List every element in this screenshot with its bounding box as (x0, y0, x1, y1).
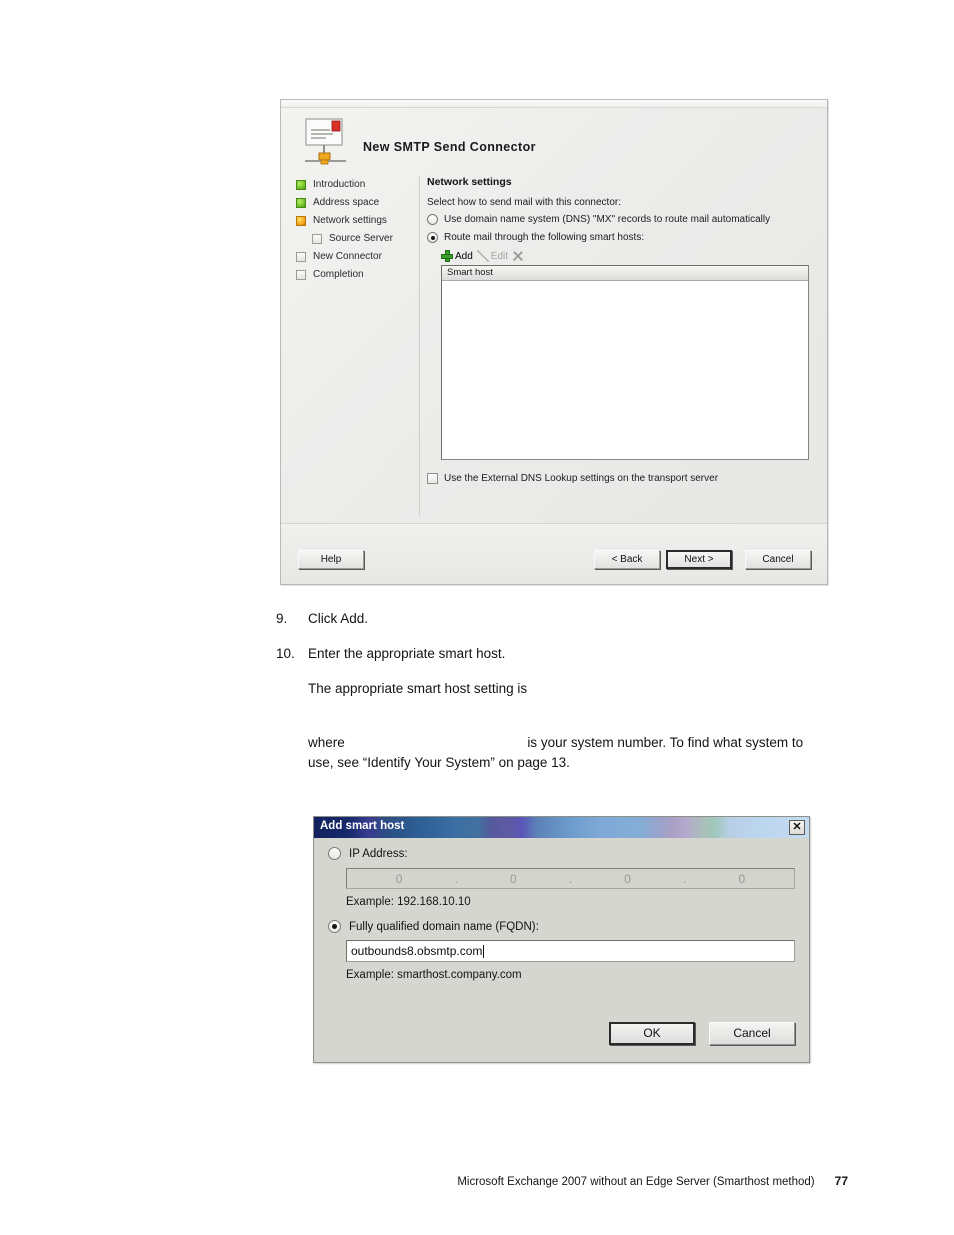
step-label: Network settings (313, 215, 387, 226)
sidebar-item-network-settings[interactable]: Network settings (295, 212, 419, 230)
smart-host-value-placeholder (276, 697, 856, 733)
sidebar-item-completion[interactable]: Completion (295, 266, 419, 284)
dialog-titlebar[interactable]: Add smart host ✕ (314, 817, 809, 838)
where-word: where (308, 734, 345, 750)
ip-octet-4: 0 (738, 871, 746, 886)
step-label: Completion (313, 269, 364, 280)
list-item-text: Enter the appropriate smart host. (308, 646, 506, 662)
list-item-text: Click Add. (308, 611, 369, 626)
add-smart-host-dialog: Add smart host ✕ IP Address: 0 . 0 . 0 .… (313, 816, 810, 1063)
step-label: Introduction (313, 179, 366, 190)
radio-indicator-selected (328, 920, 341, 933)
ip-octet-1: 0 (395, 871, 403, 886)
step-status-icon-done (296, 198, 306, 208)
radio-indicator-selected (427, 232, 438, 243)
checkbox-indicator (427, 473, 438, 484)
close-icon[interactable]: ✕ (789, 820, 805, 835)
radio-label: Use domain name system (DNS) "MX" record… (444, 214, 771, 225)
instruction-steps: 9. Click Add. 10. Enter the appropriate … (276, 611, 856, 775)
dialog-title: Add smart host (320, 820, 405, 832)
radio-label: IP Address: (349, 847, 408, 860)
list-item-number: 9. (276, 611, 288, 626)
ip-example-text: Example: 192.168.10.10 (346, 896, 471, 908)
step-status-icon-todo (312, 234, 322, 244)
plus-icon (441, 250, 453, 262)
column-header-smart-host[interactable]: Smart host (442, 266, 808, 281)
checkbox-use-external-dns-lookup[interactable]: Use the External DNS Lookup settings on … (427, 473, 809, 484)
radio-fqdn[interactable]: Fully qualified domain name (FQDN): (328, 920, 795, 933)
footer-text: Microsoft Exchange 2007 without an Edge … (457, 1176, 815, 1188)
pane-prompt: Select how to send mail with this connec… (427, 197, 621, 208)
pencil-icon (476, 250, 489, 262)
smart-host-toolbar: Add Edit (441, 250, 809, 262)
radio-use-dns-mx[interactable]: Use domain name system (DNS) "MX" record… (427, 214, 809, 225)
fqdn-input[interactable]: outbounds8.obsmtp.com (346, 940, 795, 962)
sidebar-item-introduction[interactable]: Introduction (295, 176, 419, 194)
ip-separator: . (454, 871, 458, 886)
radio-indicator (427, 214, 438, 225)
step-status-icon-todo (296, 270, 306, 280)
pane-title: Network settings (427, 176, 512, 188)
radio-label: Fully qualified domain name (FQDN): (349, 920, 539, 933)
radio-ip-address[interactable]: IP Address: (328, 847, 795, 860)
list-item-number: 10. (276, 646, 295, 662)
wizard-window-topbar (281, 100, 827, 108)
ip-octet-2: 0 (510, 871, 517, 886)
ok-button[interactable]: OK (609, 1022, 695, 1045)
where-rest: is your system number. To find what syst… (527, 734, 804, 750)
smart-host-setting-intro: The appropriate smart host setting is (308, 681, 528, 697)
help-button[interactable]: Help (298, 550, 364, 569)
sidebar-item-address-space[interactable]: Address space (295, 194, 419, 212)
wizard-footer: Help < Back Next > Cancel (281, 523, 827, 584)
delete-x-icon[interactable] (512, 250, 524, 262)
smart-host-listbox[interactable]: Smart host (441, 265, 809, 460)
smtp-send-connector-icon (305, 118, 346, 165)
dialog-body: IP Address: 0 . 0 . 0 . 0 Example: 192.1… (314, 838, 809, 1062)
fqdn-value: outbounds8.obsmtp.com (351, 944, 483, 958)
step-label: New Connector (313, 251, 382, 262)
add-button[interactable]: Add (441, 250, 473, 262)
wizard-header: New SMTP Send Connector (281, 108, 827, 170)
wizard-step-list: Introduction Address space Network setti… (295, 176, 420, 516)
step-status-icon-todo (296, 252, 306, 262)
step-label: Address space (313, 197, 380, 208)
radio-route-through-smart-hosts[interactable]: Route mail through the following smart h… (427, 232, 809, 243)
edit-button[interactable]: Edit (476, 250, 509, 262)
where-line2: use, see “Identify Your System” on page … (308, 755, 570, 771)
sidebar-item-new-connector[interactable]: New Connector (295, 248, 419, 266)
radio-label: Route mail through the following smart h… (444, 232, 645, 243)
cancel-button[interactable]: Cancel (745, 550, 811, 569)
step-status-icon-current (296, 216, 306, 226)
list-item: 9. Click Add. (276, 611, 856, 626)
edit-label: Edit (490, 250, 509, 262)
wizard-title: New SMTP Send Connector (363, 140, 536, 154)
list-item: 10. Enter the appropriate smart host. (276, 646, 856, 662)
radio-indicator (328, 847, 341, 860)
step-status-icon-done (296, 180, 306, 190)
where-clause: where is your system number. To find wha… (308, 733, 856, 775)
add-label: Add (455, 250, 473, 262)
ip-separator: . (568, 871, 573, 886)
ip-address-input[interactable]: 0 . 0 . 0 . 0 (346, 868, 795, 889)
next-button[interactable]: Next > (666, 550, 732, 569)
step-label: Source Server (329, 233, 393, 244)
dialog-cancel-button[interactable]: Cancel (709, 1022, 795, 1045)
ip-separator: . (683, 871, 687, 886)
new-smtp-send-connector-wizard: New SMTP Send Connector Introduction Add… (280, 99, 828, 585)
page-footer: Microsoft Exchange 2007 without an Edge … (0, 1174, 954, 1188)
fqdn-example-text: Example: smarthost.company.com (346, 969, 522, 981)
back-button[interactable]: < Back (594, 550, 660, 569)
checkbox-label: Use the External DNS Lookup settings on … (444, 473, 719, 484)
dialog-button-row: OK Cancel (609, 1022, 795, 1045)
text-caret (483, 944, 485, 958)
ip-octet-3: 0 (624, 871, 631, 886)
network-settings-pane: Network settings Select how to send mail… (427, 176, 809, 516)
page-number: 77 (834, 1174, 848, 1188)
sidebar-item-source-server[interactable]: Source Server (295, 230, 419, 248)
